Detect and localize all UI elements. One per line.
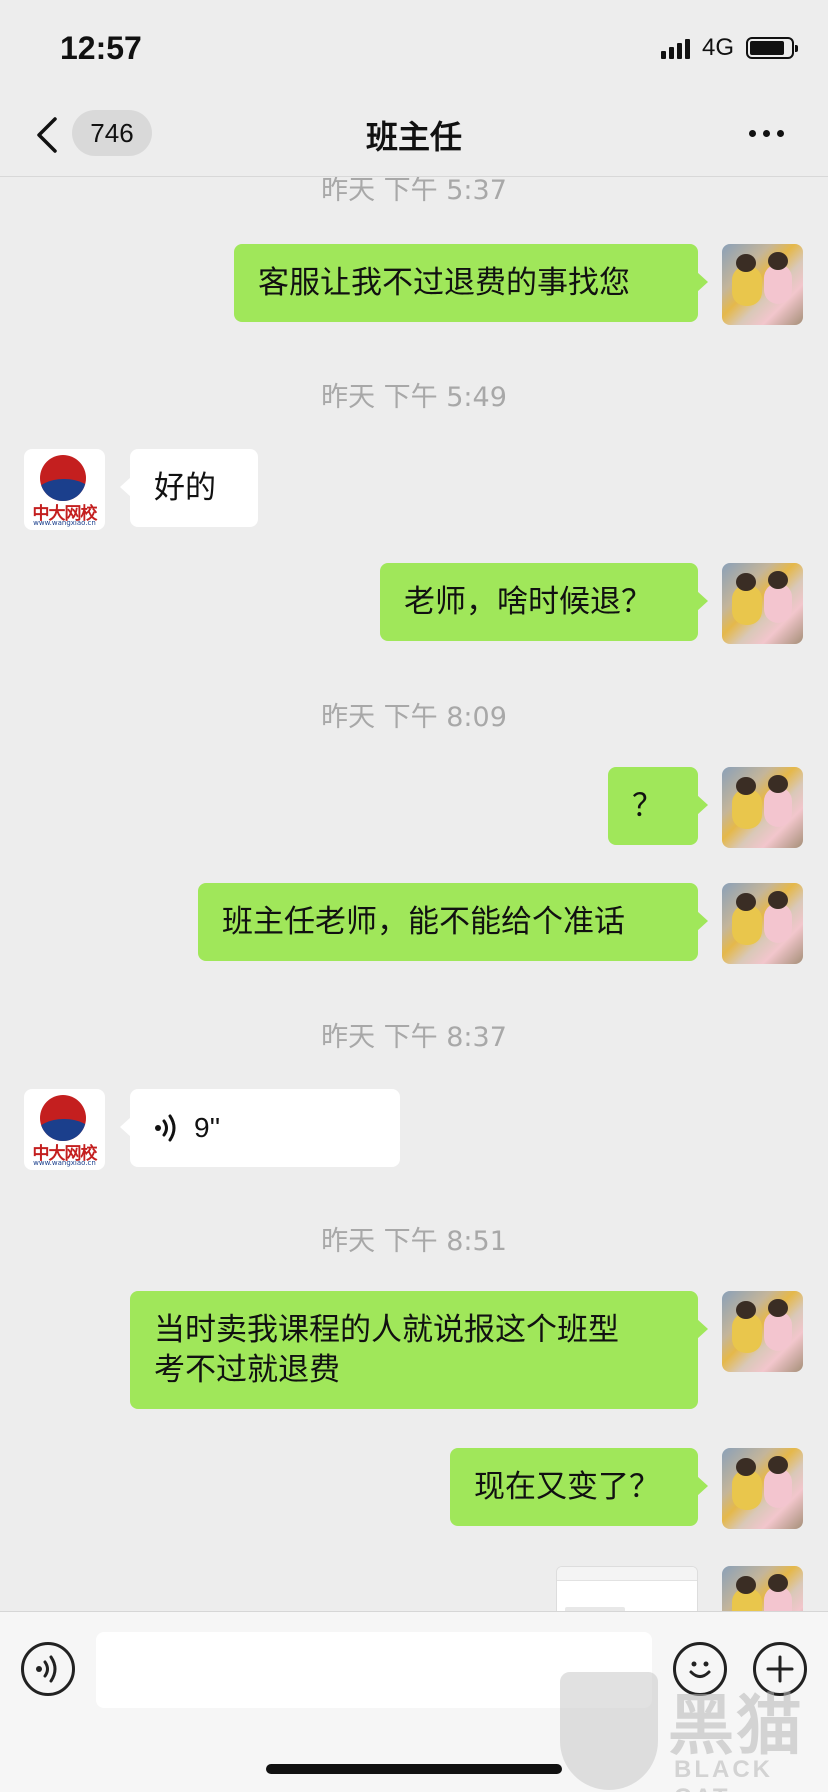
my-avatar[interactable] <box>722 1566 803 1611</box>
my-avatar[interactable] <box>722 244 803 325</box>
more-options-button[interactable] <box>749 120 784 146</box>
watermark-en: BLACK CAT <box>674 1756 773 1792</box>
my-avatar[interactable] <box>722 563 803 644</box>
contact-avatar[interactable]: 中大网校 www.wangxiao.cn <box>24 449 105 530</box>
logo-icon <box>40 455 86 501</box>
chat-title: 班主任 <box>365 118 462 156</box>
message-bubble-sent[interactable]: 现在又变了？ <box>450 1448 708 1526</box>
message-timestamp: 昨天 下午 5:49 <box>321 382 507 413</box>
message-bubble-sent[interactable]: 客服让我不过退费的事找您 <box>234 244 708 322</box>
logo-url: www.wangxiao.cn <box>33 519 96 527</box>
my-avatar[interactable] <box>722 1291 803 1372</box>
battery-icon <box>746 37 798 59</box>
message-bubble-sent[interactable]: ？ <box>608 767 708 845</box>
status-time: 12:57 <box>60 30 142 66</box>
dot-icon <box>777 129 784 137</box>
message-timestamp: 昨天 下午 5:37 <box>321 177 507 206</box>
status-indicators: 4G <box>660 34 798 62</box>
status-bar: 12:57 4G <box>0 0 828 100</box>
contact-avatar[interactable]: 中大网校 www.wangxiao.cn <box>24 1089 105 1170</box>
message-list[interactable]: 昨天 下午 5:37 客服让我不过退费的事找您 昨天 下午 5:49 中大网校 … <box>0 177 828 1611</box>
dot-icon <box>749 129 756 137</box>
message-timestamp: 昨天 下午 8:37 <box>321 1022 507 1053</box>
message-bubble-sent[interactable]: 老师，啥时候退？ <box>380 563 708 641</box>
message-bubble-received[interactable]: 好的 <box>120 449 258 527</box>
my-avatar[interactable] <box>722 767 803 848</box>
watermark-logo: 黑猫 BLACK CAT <box>556 1672 828 1792</box>
chat-header: 746 班主任 <box>0 100 828 177</box>
voice-input-button[interactable] <box>21 1642 75 1696</box>
voice-duration: 9'' <box>194 1112 221 1143</box>
message-timestamp: 昨天 下午 8:09 <box>321 702 507 733</box>
message-timestamp: 昨天 下午 8:51 <box>321 1226 507 1257</box>
thumbnail-header <box>557 1567 697 1581</box>
message-bubble-sent[interactable]: 班主任老师，能不能给个准话 <box>198 883 708 961</box>
dot-icon <box>763 129 770 137</box>
cellular-signal-icon <box>660 37 690 59</box>
logo-icon <box>40 1095 86 1141</box>
image-message-thumbnail[interactable] <box>556 1566 698 1611</box>
my-avatar[interactable] <box>722 883 803 964</box>
voice-wave-icon <box>155 1114 176 1142</box>
voice-wave-icon <box>36 1655 57 1683</box>
watermark-cn: 黑猫 <box>668 1687 804 1764</box>
cat-shield-icon <box>560 1672 658 1790</box>
my-avatar[interactable] <box>722 1448 803 1529</box>
message-bubble-sent[interactable]: 当时卖我课程的人就说报这个班型 考不过就退费 <box>130 1291 708 1409</box>
logo-url: www.wangxiao.cn <box>33 1159 96 1167</box>
voice-message-bubble[interactable]: 9'' <box>120 1089 400 1167</box>
network-type: 4G <box>701 34 734 61</box>
home-indicator[interactable] <box>266 1764 562 1774</box>
